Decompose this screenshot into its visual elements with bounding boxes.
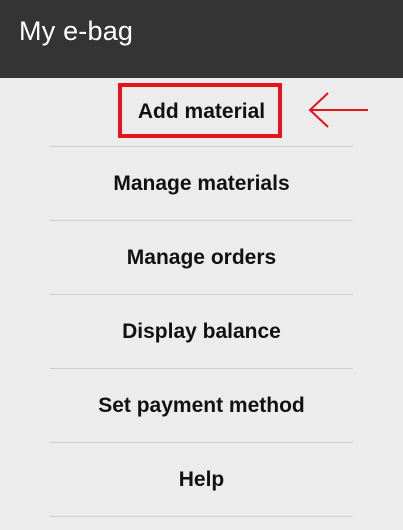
menu-item-set-payment-method[interactable]: Set payment method — [50, 369, 353, 443]
menu-item-display-balance[interactable]: Display balance — [50, 295, 353, 369]
main-menu: Add material Manage materials Manage ord… — [50, 78, 353, 517]
menu-item-manage-materials[interactable]: Manage materials — [50, 147, 353, 221]
app-header: My e-bag — [0, 0, 403, 78]
menu-item-help[interactable]: Help — [50, 443, 353, 517]
menu-item-add-material[interactable]: Add material — [50, 78, 353, 147]
app-title: My e-bag — [19, 16, 134, 46]
menu-item-manage-orders[interactable]: Manage orders — [50, 221, 353, 295]
